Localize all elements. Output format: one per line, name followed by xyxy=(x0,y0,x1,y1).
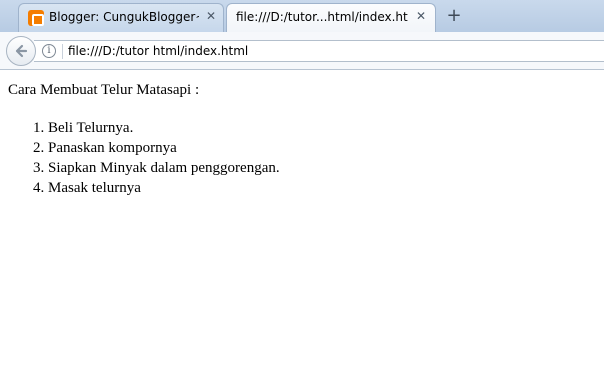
navigation-bar: i file:///D:/tutor html/index.html xyxy=(0,32,604,70)
back-arrow-icon xyxy=(15,44,28,58)
tab-blogger[interactable]: Blogger: CungukBlogger~... ✕ xyxy=(18,3,224,32)
info-icon[interactable]: i xyxy=(42,44,56,58)
list-item: Masak telurnya xyxy=(48,178,280,198)
steps-list: Beli Telurnya. Panaskan kompornya Siapka… xyxy=(48,118,280,198)
page-intro: Cara Membuat Telur Matasapi : xyxy=(8,82,200,98)
list-item: Panaskan kompornya xyxy=(48,138,280,158)
tab-label: file:///D:/tutor...html/index.html xyxy=(236,10,408,24)
tab-index-html[interactable]: file:///D:/tutor...html/index.html ✕ xyxy=(226,3,436,32)
url-separator xyxy=(62,44,63,59)
address-bar[interactable]: i file:///D:/tutor html/index.html xyxy=(34,40,604,62)
new-tab-button[interactable]: + xyxy=(444,5,464,27)
tab-strip: Blogger: CungukBlogger~... ✕ file:///D:/… xyxy=(0,0,604,32)
close-icon[interactable]: ✕ xyxy=(413,8,429,24)
close-icon[interactable]: ✕ xyxy=(203,8,219,24)
back-button[interactable] xyxy=(6,36,36,66)
url-text[interactable]: file:///D:/tutor html/index.html xyxy=(68,44,248,58)
plus-icon: + xyxy=(446,5,462,26)
list-item: Beli Telurnya. xyxy=(48,118,280,138)
tab-label: Blogger: CungukBlogger~... xyxy=(49,10,199,24)
page-content: Cara Membuat Telur Matasapi : Beli Telur… xyxy=(0,71,604,380)
list-item: Siapkan Minyak dalam penggorengan. xyxy=(48,158,280,178)
blogger-icon xyxy=(28,10,44,26)
